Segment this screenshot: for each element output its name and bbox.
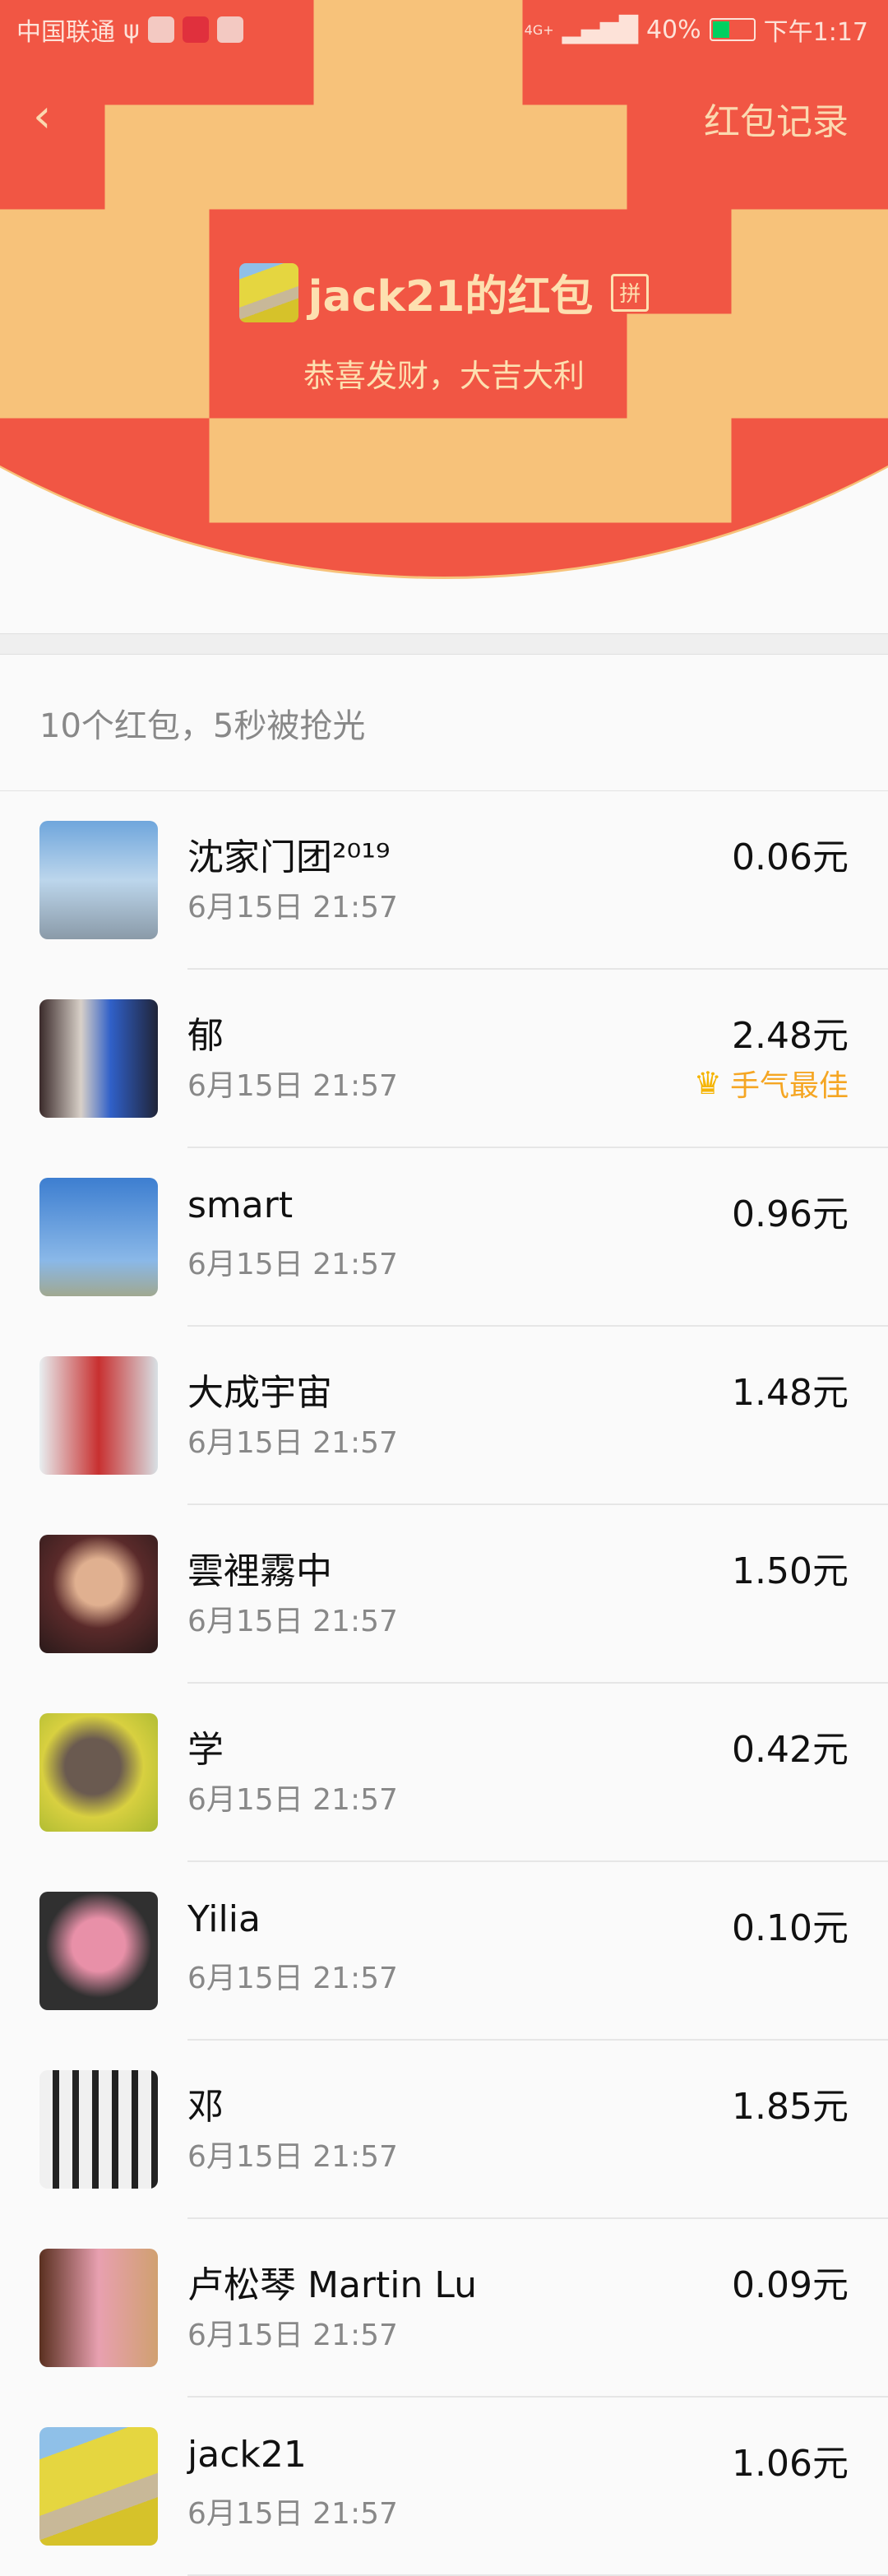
entry-name: 大成宇宙 (187, 1372, 332, 1414)
wish-message: 恭喜发财，大吉大利 (303, 358, 585, 394)
list-item[interactable]: smart 6月15日 21:57 0.96元 (0, 1148, 888, 1327)
avatar[interactable] (39, 999, 158, 1118)
avatar[interactable] (39, 1178, 158, 1296)
entry-amount: 1.85元 (732, 2086, 849, 2128)
entry-amount: 0.06元 (732, 836, 849, 878)
summary: 10个红包，5秒被抢光 (0, 655, 888, 791)
crown-icon: ♛ (693, 1065, 722, 1101)
entry-amount: 1.06元 (732, 2443, 849, 2485)
back-button[interactable]: ‹ (33, 92, 66, 141)
sender-avatar (238, 262, 298, 322)
pin-badge: 拼 (611, 273, 650, 312)
entry-name: 沈家门团²⁰¹⁹ (187, 836, 391, 878)
list-item[interactable]: Yilia 6月15日 21:57 0.10元 (0, 1862, 888, 2041)
entry-list: 沈家门团²⁰¹⁹ 6月15日 21:57 0.06元 郁 6月15日 21:57… (0, 791, 888, 2576)
avatar[interactable] (39, 821, 158, 939)
avatar[interactable] (39, 2427, 158, 2546)
weather-app-icon (147, 16, 174, 43)
avatar[interactable] (39, 1892, 158, 2010)
entry-name: 邓 (187, 2086, 224, 2128)
entry-name: 卢松琴 Martin Lu (187, 2264, 477, 2306)
list-item[interactable]: 郁 6月15日 21:57 2.48元 ♛ 手气最佳 (0, 970, 888, 1148)
entry-name: Yilia (187, 1898, 261, 1940)
entry-name: jack21 (187, 2434, 307, 2476)
chevron-left-icon: ‹ (33, 90, 52, 143)
list-item[interactable]: 沈家门团²⁰¹⁹ 6月15日 21:57 0.06元 (0, 791, 888, 970)
carrier: 中国联通 (16, 18, 115, 47)
network-type: 4G+ (524, 21, 554, 38)
list-item[interactable]: 邓 6月15日 21:57 1.85元 (0, 2041, 888, 2219)
entry-time: 6月15日 21:57 (187, 1426, 398, 1460)
list-item[interactable]: 大成宇宙 6月15日 21:57 1.48元 (0, 1327, 888, 1505)
entry-time: 6月15日 21:57 (187, 2319, 398, 2352)
entry-name: smart (187, 1184, 294, 1226)
avatar[interactable] (39, 2070, 158, 2189)
entry-amount: 0.09元 (732, 2264, 849, 2306)
best-luck-label: 手气最佳 (729, 1069, 849, 1103)
list-item[interactable]: jack21 6月15日 21:57 1.06元 (0, 2398, 888, 2576)
list-item[interactable]: 卢松琴 Martin Lu 6月15日 21:57 0.09元 (0, 2219, 888, 2398)
huawei-app-icon (182, 16, 209, 43)
avatar[interactable] (39, 2249, 158, 2367)
weather-app-icon (216, 16, 243, 43)
entry-time: 6月15日 21:57 (187, 1962, 398, 1995)
battery-percent: 40% (645, 15, 701, 44)
entry-amount: 1.50元 (732, 1550, 849, 1592)
avatar[interactable] (39, 1356, 158, 1475)
entry-time: 6月15日 21:57 (187, 891, 398, 924)
sender-title: jack21的红包 (308, 272, 594, 322)
entry-name: 学 (187, 1729, 224, 1771)
usb-icon: ψ (123, 15, 140, 44)
signal-icon: ▂▄▆█ (562, 15, 638, 44)
status-bar: 中国联通 ψ 4G+ ▂▄▆█ 40% 下午1:17 (0, 12, 888, 51)
list-item[interactable]: 雲裡霧中 6月15日 21:57 1.50元 (0, 1505, 888, 1684)
entry-amount: 0.42元 (732, 1729, 849, 1771)
entry-name: 雲裡霧中 (187, 1550, 332, 1592)
entry-time: 6月15日 21:57 (187, 1069, 398, 1103)
entry-time: 6月15日 21:57 (187, 2140, 398, 2174)
battery-icon (709, 18, 756, 41)
list-item[interactable]: 学 6月15日 21:57 0.42元 (0, 1684, 888, 1862)
entry-time: 6月15日 21:57 (187, 2497, 398, 2531)
avatar[interactable] (39, 1535, 158, 1653)
entry-time: 6月15日 21:57 (187, 1605, 398, 1638)
avatar[interactable] (39, 1713, 158, 1832)
red-packet-header: 中国联通 ψ 4G+ ▂▄▆█ 40% 下午1:17 ‹ 红包记录 jack21… (0, 0, 888, 625)
clock: 下午1:17 (763, 18, 868, 47)
entry-amount: 2.48元 (732, 1015, 849, 1057)
entry-time: 6月15日 21:57 (187, 1248, 398, 1281)
divider (0, 633, 888, 655)
entry-amount: 1.48元 (732, 1372, 849, 1414)
entry-name: 郁 (187, 1015, 224, 1057)
sender-info: jack21的红包 拼 (0, 262, 888, 323)
best-luck-badge: ♛ 手气最佳 (694, 1062, 849, 1105)
records-button[interactable]: 红包记录 (704, 92, 849, 145)
entry-amount: 0.96元 (732, 1193, 849, 1235)
entry-amount: 0.10元 (732, 1907, 849, 1949)
entry-time: 6月15日 21:57 (187, 1783, 398, 1817)
